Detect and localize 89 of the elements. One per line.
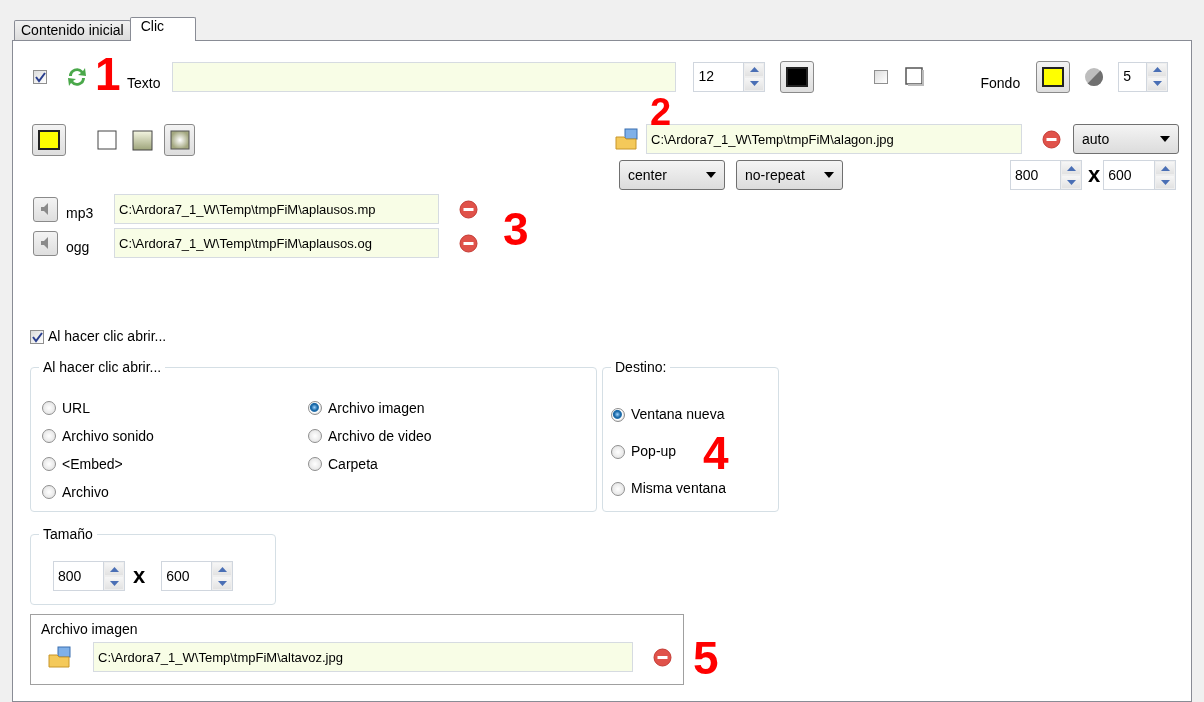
group-title: Tamaño xyxy=(39,526,97,542)
background-label: Fondo xyxy=(980,74,1021,93)
spin-buttons[interactable] xyxy=(1154,160,1177,190)
image-path-field[interactable]: C:\Ardora7_1_W\Temp\tmpFiM\alagon.jpg xyxy=(646,124,1022,154)
file-path-field[interactable]: C:\Ardora7_1_W\Temp\tmpFiM\aplausos.og xyxy=(114,228,439,258)
up-arrow-icon[interactable] xyxy=(1160,165,1170,171)
text-field[interactable] xyxy=(172,61,677,92)
caret-icon xyxy=(824,172,834,178)
remove-icon[interactable] xyxy=(459,233,478,253)
radial-style-button[interactable] xyxy=(164,124,195,156)
height-spinner[interactable]: 600 xyxy=(161,561,212,591)
group-title: Archivo imagen xyxy=(41,620,138,639)
tab[interactable]: Clic xyxy=(129,17,196,41)
up-arrow-icon[interactable] xyxy=(749,67,759,72)
down-arrow-icon[interactable] xyxy=(1152,81,1162,86)
callout-number: 1 xyxy=(95,51,121,97)
file-path-field[interactable]: C:\Ardora7_1_W\Temp\tmpFiM\aplausos.mp xyxy=(114,194,439,224)
checkbox-label: Al hacer clic abrir... xyxy=(48,327,167,346)
radio-button[interactable] xyxy=(42,485,56,499)
folder-icon[interactable] xyxy=(48,646,72,668)
radio-button[interactable] xyxy=(308,457,322,471)
radio-label[interactable]: Ventana nueva xyxy=(631,404,725,425)
radio-label[interactable]: Carpeta xyxy=(328,453,378,475)
format-label: mp3 xyxy=(66,203,95,223)
radio-button[interactable] xyxy=(42,401,56,415)
up-arrow-icon[interactable] xyxy=(1152,67,1162,72)
spin-buttons[interactable] xyxy=(1060,160,1082,190)
spin-buttons[interactable] xyxy=(743,61,766,92)
opacity-icon xyxy=(1084,66,1105,87)
checkbox[interactable] xyxy=(30,329,44,344)
radio-label[interactable]: URL xyxy=(62,397,90,419)
remove-icon[interactable] xyxy=(653,647,672,667)
size-dropdown[interactable]: auto xyxy=(1073,124,1179,154)
callout-number: 3 xyxy=(503,206,529,252)
spin-buttons[interactable] xyxy=(211,561,234,591)
radio-label[interactable]: Archivo xyxy=(62,481,109,503)
radio-label[interactable]: Archivo de video xyxy=(328,425,432,447)
opacity-spinner[interactable]: 5 xyxy=(1118,61,1147,92)
radio-button[interactable] xyxy=(308,401,322,415)
times-sign: x xyxy=(133,565,146,587)
folder-icon[interactable] xyxy=(615,128,639,150)
remove-icon[interactable] xyxy=(459,199,478,219)
callout-number: 4 xyxy=(703,430,729,476)
radio-label[interactable]: Archivo sonido xyxy=(62,425,154,447)
radio-button[interactable] xyxy=(308,429,322,443)
caret-icon xyxy=(706,172,716,178)
checkbox[interactable] xyxy=(33,69,47,84)
text-color-button[interactable] xyxy=(780,60,815,93)
caret-icon xyxy=(1160,136,1170,142)
radio-button[interactable] xyxy=(611,444,625,459)
radio-button[interactable] xyxy=(42,429,56,443)
position-dropdown[interactable]: center xyxy=(619,160,725,190)
down-arrow-icon[interactable] xyxy=(1160,179,1170,185)
down-arrow-icon[interactable] xyxy=(109,580,119,586)
group-title: Al hacer clic abrir... xyxy=(39,359,166,375)
radio-label[interactable]: Pop-up xyxy=(631,441,677,462)
font-size-spinner[interactable]: 12 xyxy=(693,61,744,92)
down-arrow-icon[interactable] xyxy=(749,81,759,86)
text-label: Texto xyxy=(127,74,161,93)
radio-button[interactable] xyxy=(611,481,625,496)
height-spinner[interactable]: 600 xyxy=(1103,160,1155,190)
format-label: ogg xyxy=(66,237,91,257)
radio-button[interactable] xyxy=(611,407,625,422)
radio-label[interactable]: Misma ventana xyxy=(631,478,726,499)
plain-style-icon[interactable] xyxy=(97,130,117,150)
radio-button[interactable] xyxy=(42,457,56,471)
radio-label[interactable]: Archivo imagen xyxy=(328,397,425,419)
up-arrow-icon[interactable] xyxy=(217,566,227,572)
border-color-button[interactable] xyxy=(32,124,66,156)
up-arrow-icon[interactable] xyxy=(109,566,119,572)
width-spinner[interactable]: 800 xyxy=(1010,160,1060,190)
down-arrow-icon[interactable] xyxy=(217,580,227,586)
width-spinner[interactable]: 800 xyxy=(53,561,103,591)
tab[interactable]: Contenido inicial xyxy=(14,20,131,40)
radio-label[interactable]: <Embed> xyxy=(62,453,123,475)
frame-icon[interactable] xyxy=(904,65,927,88)
spin-buttons[interactable] xyxy=(1146,61,1169,92)
repeat-dropdown[interactable]: no-repeat xyxy=(736,160,843,190)
callout-number: 5 xyxy=(693,635,719,681)
spin-buttons[interactable] xyxy=(103,561,125,591)
up-arrow-icon[interactable] xyxy=(1066,165,1076,171)
times-sign: x xyxy=(1088,164,1101,186)
gradient-style-icon[interactable] xyxy=(132,129,153,151)
down-arrow-icon[interactable] xyxy=(1066,179,1076,185)
remove-icon[interactable] xyxy=(1042,129,1061,149)
group-title: Destino: xyxy=(611,359,671,375)
background-color-button[interactable] xyxy=(1036,60,1071,93)
checkbox[interactable] xyxy=(874,69,889,84)
image-path-field[interactable]: C:\Ardora7_1_W\Temp\tmpFiM\altavoz.jpg xyxy=(93,642,633,672)
